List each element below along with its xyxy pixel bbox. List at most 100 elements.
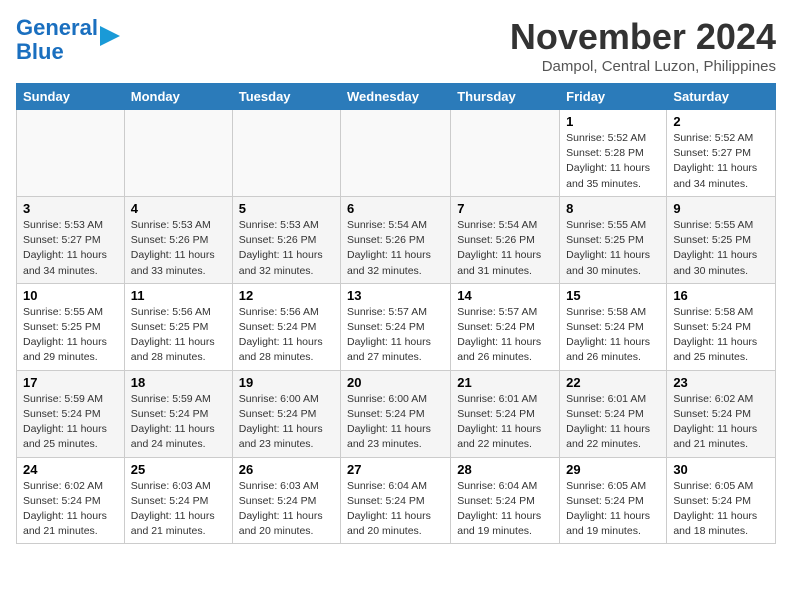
col-header-thursday: Thursday xyxy=(451,84,560,110)
calendar-header-row: SundayMondayTuesdayWednesdayThursdayFrid… xyxy=(17,84,776,110)
calendar-cell: 24Sunrise: 6:02 AM Sunset: 5:24 PM Dayli… xyxy=(17,457,125,544)
day-info: Sunrise: 6:03 AM Sunset: 5:24 PM Dayligh… xyxy=(239,479,334,540)
logo-text: GeneralBlue xyxy=(16,16,98,64)
day-number: 16 xyxy=(673,288,769,303)
calendar-cell: 28 Sunrise: 6:04 AM Sunset: 5:24 PM Dayli… xyxy=(451,457,560,544)
week-row-5: 24Sunrise: 6:02 AM Sunset: 5:24 PM Dayli… xyxy=(17,457,776,544)
day-number: 12 xyxy=(239,288,334,303)
day-info: Sunrise: 5:59 AM Sunset: 5:24 PM Dayligh… xyxy=(131,392,226,453)
calendar-cell: 1Sunrise: 5:52 AM Sunset: 5:28 PM Daylig… xyxy=(560,110,667,197)
day-info: Sunrise: 5:52 AM Sunset: 5:27 PM Dayligh… xyxy=(673,131,769,192)
day-number: 19 xyxy=(239,375,334,390)
calendar-cell xyxy=(232,110,340,197)
day-info: Sunrise: 5:57 AM Sunset: 5:24 PM Dayligh… xyxy=(457,305,553,366)
day-number: 21 xyxy=(457,375,553,390)
calendar-cell: 15Sunrise: 5:58 AM Sunset: 5:24 PM Dayli… xyxy=(560,283,667,370)
calendar-cell: 27 Sunrise: 6:04 AM Sunset: 5:24 PM Dayli… xyxy=(341,457,451,544)
day-info: Sunrise: 5:54 AM Sunset: 5:26 PM Dayligh… xyxy=(457,218,553,279)
calendar-cell: 23 Sunrise: 6:02 AM Sunset: 5:24 PM Dayli… xyxy=(667,370,776,457)
calendar-cell: 10 Sunrise: 5:55 AM Sunset: 5:25 PM Dayli… xyxy=(17,283,125,370)
day-info: Sunrise: 6:02 AM Sunset: 5:24 PM Dayligh… xyxy=(23,479,118,540)
calendar-cell: 25 Sunrise: 6:03 AM Sunset: 5:24 PM Dayli… xyxy=(124,457,232,544)
day-info: Sunrise: 6:05 AM Sunset: 5:24 PM Dayligh… xyxy=(566,479,660,540)
week-row-4: 17Sunrise: 5:59 AM Sunset: 5:24 PM Dayli… xyxy=(17,370,776,457)
calendar-cell: 2 Sunrise: 5:52 AM Sunset: 5:27 PM Daylig… xyxy=(667,110,776,197)
day-info: Sunrise: 5:53 AM Sunset: 5:26 PM Dayligh… xyxy=(131,218,226,279)
day-number: 3 xyxy=(23,201,118,216)
calendar-cell: 7 Sunrise: 5:54 AM Sunset: 5:26 PM Daylig… xyxy=(451,196,560,283)
day-number: 14 xyxy=(457,288,553,303)
week-row-2: 3Sunrise: 5:53 AM Sunset: 5:27 PM Daylig… xyxy=(17,196,776,283)
day-number: 15 xyxy=(566,288,660,303)
day-info: Sunrise: 6:00 AM Sunset: 5:24 PM Dayligh… xyxy=(347,392,444,453)
calendar-cell: 30 Sunrise: 6:05 AM Sunset: 5:24 PM Dayli… xyxy=(667,457,776,544)
calendar-cell xyxy=(451,110,560,197)
day-number: 23 xyxy=(673,375,769,390)
day-info: Sunrise: 6:00 AM Sunset: 5:24 PM Dayligh… xyxy=(239,392,334,453)
day-number: 8 xyxy=(566,201,660,216)
day-number: 11 xyxy=(131,288,226,303)
day-info: Sunrise: 6:04 AM Sunset: 5:24 PM Dayligh… xyxy=(347,479,444,540)
day-info: Sunrise: 6:01 AM Sunset: 5:24 PM Dayligh… xyxy=(457,392,553,453)
day-number: 9 xyxy=(673,201,769,216)
day-info: Sunrise: 5:55 AM Sunset: 5:25 PM Dayligh… xyxy=(23,305,118,366)
day-number: 25 xyxy=(131,462,226,477)
day-info: Sunrise: 5:59 AM Sunset: 5:24 PM Dayligh… xyxy=(23,392,118,453)
calendar-cell xyxy=(341,110,451,197)
day-number: 27 xyxy=(347,462,444,477)
calendar-cell xyxy=(124,110,232,197)
calendar-cell: 21 Sunrise: 6:01 AM Sunset: 5:24 PM Dayli… xyxy=(451,370,560,457)
calendar-cell: 3Sunrise: 5:53 AM Sunset: 5:27 PM Daylig… xyxy=(17,196,125,283)
day-info: Sunrise: 6:03 AM Sunset: 5:24 PM Dayligh… xyxy=(131,479,226,540)
day-info: Sunrise: 6:01 AM Sunset: 5:24 PM Dayligh… xyxy=(566,392,660,453)
calendar-cell xyxy=(17,110,125,197)
day-info: Sunrise: 5:55 AM Sunset: 5:25 PM Dayligh… xyxy=(673,218,769,279)
day-info: Sunrise: 5:52 AM Sunset: 5:28 PM Dayligh… xyxy=(566,131,660,192)
col-header-saturday: Saturday xyxy=(667,84,776,110)
day-info: Sunrise: 6:04 AM Sunset: 5:24 PM Dayligh… xyxy=(457,479,553,540)
header: GeneralBlue November 2024 Dampol, Centra… xyxy=(16,16,776,75)
day-number: 22 xyxy=(566,375,660,390)
col-header-monday: Monday xyxy=(124,84,232,110)
day-number: 5 xyxy=(239,201,334,216)
calendar-cell: 16Sunrise: 5:58 AM Sunset: 5:24 PM Dayli… xyxy=(667,283,776,370)
calendar-cell: 12 Sunrise: 5:56 AM Sunset: 5:24 PM Dayli… xyxy=(232,283,340,370)
day-number: 29 xyxy=(566,462,660,477)
calendar-cell: 29 Sunrise: 6:05 AM Sunset: 5:24 PM Dayli… xyxy=(560,457,667,544)
day-info: Sunrise: 6:05 AM Sunset: 5:24 PM Dayligh… xyxy=(673,479,769,540)
day-info: Sunrise: 5:53 AM Sunset: 5:26 PM Dayligh… xyxy=(239,218,334,279)
day-number: 7 xyxy=(457,201,553,216)
location: Dampol, Central Luzon, Philippines xyxy=(510,58,776,75)
week-row-3: 10 Sunrise: 5:55 AM Sunset: 5:25 PM Dayli… xyxy=(17,283,776,370)
day-number: 13 xyxy=(347,288,444,303)
day-number: 26 xyxy=(239,462,334,477)
day-number: 18 xyxy=(131,375,226,390)
calendar-table: SundayMondayTuesdayWednesdayThursdayFrid… xyxy=(16,83,776,544)
day-number: 6 xyxy=(347,201,444,216)
calendar-cell: 20Sunrise: 6:00 AM Sunset: 5:24 PM Dayli… xyxy=(341,370,451,457)
calendar-cell: 18 Sunrise: 5:59 AM Sunset: 5:24 PM Dayli… xyxy=(124,370,232,457)
day-number: 2 xyxy=(673,114,769,129)
calendar-cell: 19 Sunrise: 6:00 AM Sunset: 5:24 PM Dayli… xyxy=(232,370,340,457)
day-info: Sunrise: 5:54 AM Sunset: 5:26 PM Dayligh… xyxy=(347,218,444,279)
col-header-tuesday: Tuesday xyxy=(232,84,340,110)
day-info: Sunrise: 5:57 AM Sunset: 5:24 PM Dayligh… xyxy=(347,305,444,366)
day-info: Sunrise: 5:56 AM Sunset: 5:24 PM Dayligh… xyxy=(239,305,334,366)
col-header-sunday: Sunday xyxy=(17,84,125,110)
title-area: November 2024 Dampol, Central Luzon, Phi… xyxy=(510,16,776,75)
day-number: 30 xyxy=(673,462,769,477)
calendar-cell: 22 Sunrise: 6:01 AM Sunset: 5:24 PM Dayli… xyxy=(560,370,667,457)
calendar-cell: 14 Sunrise: 5:57 AM Sunset: 5:24 PM Dayli… xyxy=(451,283,560,370)
calendar-cell: 6 Sunrise: 5:54 AM Sunset: 5:26 PM Daylig… xyxy=(341,196,451,283)
day-info: Sunrise: 6:02 AM Sunset: 5:24 PM Dayligh… xyxy=(673,392,769,453)
logo: GeneralBlue xyxy=(16,16,128,64)
day-info: Sunrise: 5:55 AM Sunset: 5:25 PM Dayligh… xyxy=(566,218,660,279)
col-header-friday: Friday xyxy=(560,84,667,110)
calendar-cell: 9 Sunrise: 5:55 AM Sunset: 5:25 PM Daylig… xyxy=(667,196,776,283)
calendar-cell: 8 Sunrise: 5:55 AM Sunset: 5:25 PM Daylig… xyxy=(560,196,667,283)
col-header-wednesday: Wednesday xyxy=(341,84,451,110)
day-info: Sunrise: 5:56 AM Sunset: 5:25 PM Dayligh… xyxy=(131,305,226,366)
day-number: 10 xyxy=(23,288,118,303)
calendar-cell: 17Sunrise: 5:59 AM Sunset: 5:24 PM Dayli… xyxy=(17,370,125,457)
day-number: 28 xyxy=(457,462,553,477)
